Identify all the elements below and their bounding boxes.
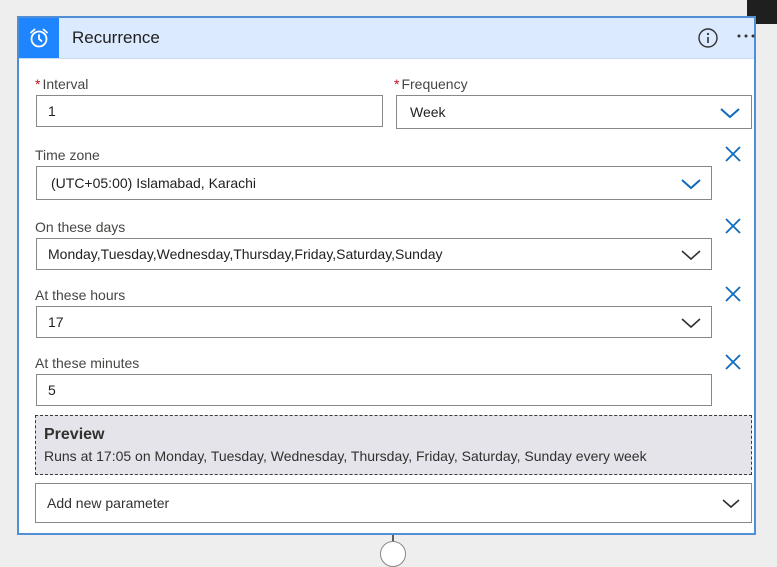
chevron-down-icon: [720, 108, 740, 119]
chevron-down-icon: [681, 250, 701, 261]
time-zone-dropdown[interactable]: (UTC+05:00) Islamabad, Karachi: [36, 166, 712, 200]
preview-text: Runs at 17:05 on Monday, Tuesday, Wednes…: [44, 448, 647, 464]
interval-value: 1: [48, 103, 56, 119]
at-these-hours-label: At these hours: [35, 287, 126, 303]
chevron-down-icon: [681, 318, 701, 329]
card-header[interactable]: Recurrence: [19, 18, 757, 59]
info-icon[interactable]: [697, 27, 719, 49]
required-marker: *: [35, 76, 41, 92]
chevron-down-icon: [722, 499, 740, 509]
at-these-hours-dropdown[interactable]: 17: [36, 306, 712, 338]
remove-on-these-days-icon[interactable]: [724, 217, 742, 235]
preview-panel: Preview Runs at 17:05 on Monday, Tuesday…: [35, 415, 752, 475]
time-zone-label: Time zone: [35, 147, 100, 163]
frequency-dropdown[interactable]: Week: [396, 95, 752, 129]
add-new-parameter-dropdown[interactable]: Add new parameter: [35, 483, 752, 523]
alarm-clock-icon: [19, 18, 59, 58]
at-these-minutes-value: 5: [48, 382, 56, 398]
add-new-parameter-label: Add new parameter: [47, 495, 170, 511]
required-marker: *: [394, 76, 400, 92]
chevron-down-icon: [681, 179, 701, 190]
at-these-minutes-label: At these minutes: [35, 355, 140, 371]
on-these-days-value: Monday,Tuesday,Wednesday,Thursday,Friday…: [48, 246, 443, 262]
at-these-hours-value: 17: [48, 314, 64, 330]
card-title: Recurrence: [72, 28, 160, 47]
interval-label: * Interval: [35, 76, 88, 92]
remove-at-these-minutes-icon[interactable]: [724, 353, 742, 371]
remove-at-these-hours-icon[interactable]: [724, 285, 742, 303]
remove-time-zone-icon[interactable]: [724, 145, 742, 163]
at-these-minutes-input[interactable]: 5: [36, 374, 712, 406]
more-options-icon[interactable]: [735, 24, 757, 46]
on-these-days-label: On these days: [35, 219, 126, 235]
interval-input[interactable]: 1: [36, 95, 383, 127]
frequency-value: Week: [410, 104, 446, 120]
add-step-icon[interactable]: [380, 541, 406, 567]
time-zone-value: (UTC+05:00) Islamabad, Karachi: [51, 175, 257, 191]
frequency-label-text: Frequency: [401, 76, 468, 92]
preview-title: Preview: [44, 426, 105, 443]
interval-label-text: Interval: [42, 76, 89, 92]
frequency-label: * Frequency: [394, 76, 468, 92]
on-these-days-dropdown[interactable]: Monday,Tuesday,Wednesday,Thursday,Friday…: [36, 238, 712, 270]
recurrence-card: Recurrence *Interval 1 *Frequency Week: [17, 16, 756, 535]
